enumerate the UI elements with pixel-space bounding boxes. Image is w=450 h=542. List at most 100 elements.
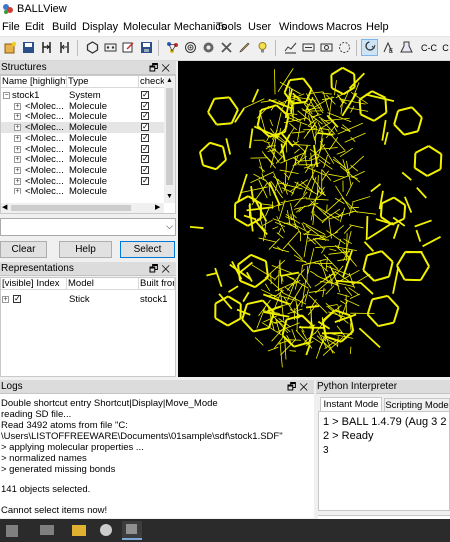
selection-combo[interactable]: ⌵	[0, 218, 176, 236]
menu-tools[interactable]: Tools	[216, 21, 242, 33]
select-button[interactable]: Select	[120, 241, 175, 258]
save-icon[interactable]	[20, 39, 37, 56]
tree-row[interactable]: + <Molec... Molecule	[1, 186, 164, 195]
tree-hscrollbar[interactable]: ◀ ▶	[1, 203, 164, 213]
tree-row[interactable]: + <Molec... Molecule ✓	[1, 101, 164, 112]
collapse-icon[interactable]: −	[3, 92, 10, 99]
python-console[interactable]: 1 > BALL 1.4.79 (Aug 3 2 2 > Ready 3	[318, 411, 450, 511]
target-icon[interactable]	[182, 39, 199, 56]
rotate-icon[interactable]	[336, 39, 353, 56]
col-name[interactable]: Name [highlight]	[1, 76, 67, 88]
tools-icon[interactable]	[218, 39, 235, 56]
menu-user[interactable]: User	[248, 21, 271, 33]
scroll-thumb[interactable]	[166, 88, 173, 185]
edit-icon[interactable]	[120, 39, 137, 56]
checkbox[interactable]: ✓	[141, 101, 149, 110]
checkbox[interactable]: ✓	[141, 144, 149, 153]
expand-icon[interactable]: +	[14, 102, 21, 110]
menu-display[interactable]: Display	[82, 21, 118, 33]
tree-scrollbar[interactable]: ▲ ▼	[164, 76, 175, 203]
representation-row[interactable]: + ✓ Stick stock1	[1, 294, 175, 305]
help-button[interactable]: Help	[59, 241, 112, 258]
scroll-left-icon[interactable]: ◀	[2, 203, 7, 211]
pen-icon[interactable]	[236, 39, 253, 56]
menu-macros[interactable]: Macros	[326, 21, 362, 33]
split-icon[interactable]	[38, 39, 55, 56]
select-icon[interactable]	[102, 39, 119, 56]
bond-icon[interactable]: E	[380, 39, 397, 56]
expand-icon[interactable]: +	[14, 145, 21, 153]
menu-windows[interactable]: Windows	[279, 21, 324, 33]
svg-text:E: E	[389, 49, 393, 54]
menu-edit[interactable]: Edit	[25, 21, 44, 33]
expand-icon[interactable]: +	[14, 113, 21, 121]
checkbox[interactable]: ✓	[141, 123, 149, 132]
explorer-icon[interactable]	[72, 525, 86, 536]
checkbox[interactable]: ✓	[141, 112, 149, 121]
refresh-icon[interactable]	[318, 39, 335, 56]
expand-icon[interactable]: +	[14, 188, 21, 195]
ballview-taskbar-icon[interactable]	[122, 521, 142, 540]
bulb-icon[interactable]	[254, 39, 271, 56]
clear-icon[interactable]: C-C	[418, 39, 440, 56]
checkbox[interactable]: ✓	[141, 133, 149, 142]
molecule-render[interactable]	[178, 61, 450, 377]
expand-icon[interactable]: +	[14, 124, 21, 132]
save2-icon[interactable]	[138, 39, 155, 56]
col-check[interactable]: check	[139, 76, 166, 88]
new-icon[interactable]	[2, 39, 19, 56]
menu-file[interactable]: File	[2, 21, 20, 33]
col-model[interactable]: Model	[67, 278, 139, 290]
log-line: Double shortcut entry Shortcut|Display|M…	[1, 398, 218, 409]
merge-icon[interactable]	[56, 39, 73, 56]
expand-icon[interactable]: +	[14, 134, 21, 142]
scroll-right-icon[interactable]: ▶	[155, 203, 160, 211]
checkbox[interactable]: ✓	[141, 165, 149, 174]
tree-row[interactable]: + <Molec... Molecule ✓	[1, 111, 164, 122]
col-type[interactable]: Type	[67, 76, 139, 88]
col-index[interactable]: [visible] Index	[1, 278, 67, 290]
tab-scripting-mode[interactable]: Scripting Mode	[384, 398, 450, 412]
tree-row[interactable]: + <Molec... Molecule ✓	[1, 133, 164, 144]
ring-icon[interactable]	[84, 39, 101, 56]
start-icon[interactable]	[6, 525, 18, 537]
zoom-icon[interactable]	[300, 39, 317, 56]
graph-icon[interactable]	[282, 39, 299, 56]
tree-row[interactable]: + <Molec... Molecule ✓	[1, 144, 164, 155]
chevron-down-icon[interactable]: ⌵	[166, 221, 173, 232]
menu-molecular-mechanics[interactable]: Molecular Mechanics	[123, 21, 226, 33]
checkbox[interactable]: ✓	[141, 176, 149, 185]
molecule-icon[interactable]	[164, 39, 181, 56]
settings-icon[interactable]	[200, 39, 217, 56]
taskview-icon[interactable]	[40, 525, 54, 535]
tree-row-root[interactable]: − stock1 System ✓	[1, 90, 164, 101]
tree-row[interactable]: + <Molec... Molecule ✓	[1, 165, 164, 176]
hscroll-thumb[interactable]	[11, 205, 131, 211]
expand-icon[interactable]: +	[14, 177, 21, 185]
tree-row[interactable]: + <Molec... Molecule ✓	[1, 122, 164, 133]
element-icon[interactable]	[361, 39, 378, 56]
tab-instant-mode[interactable]: Instant Mode	[320, 397, 382, 411]
molecule-viewer[interactable]	[178, 61, 450, 377]
menu-build[interactable]: Build	[52, 21, 76, 33]
tree-row[interactable]: + <Molec... Molecule ✓	[1, 176, 164, 187]
menu-help[interactable]: Help	[366, 21, 389, 33]
visible-checkbox[interactable]: ✓	[13, 295, 21, 303]
checkbox[interactable]: ✓	[141, 155, 149, 164]
col-built-from[interactable]: Built from	[139, 278, 175, 290]
expand-icon[interactable]: +	[14, 166, 21, 174]
scroll-down-icon[interactable]: ▼	[166, 193, 173, 200]
expand-icon[interactable]: +	[14, 156, 21, 164]
representations-table[interactable]: [visible] Index Model Built from + ✓ Sti…	[0, 277, 176, 377]
structures-tree[interactable]: Name [highlight] Type check − stock1 Sys…	[0, 75, 176, 214]
more-icon[interactable]: C	[441, 39, 450, 56]
tree-row[interactable]: + <Molec... Molecule ✓	[1, 154, 164, 165]
log-line: > applying molecular properties ...	[1, 442, 144, 453]
logs-text[interactable]: Double shortcut entry Shortcut|Display|M…	[0, 394, 314, 518]
expand-icon[interactable]: +	[2, 296, 9, 303]
angle-icon[interactable]	[398, 39, 415, 56]
checkbox[interactable]: ✓	[141, 91, 149, 99]
scroll-up-icon[interactable]: ▲	[166, 77, 173, 84]
clear-button[interactable]: Clear	[0, 241, 47, 258]
browser-icon[interactable]	[100, 524, 112, 536]
